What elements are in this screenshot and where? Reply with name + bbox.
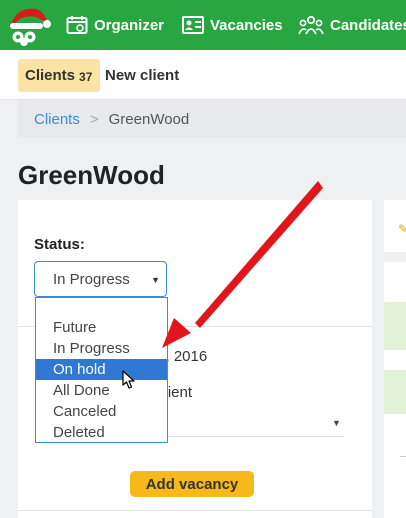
right-card: ✎ bbox=[384, 200, 406, 252]
status-option-canceled[interactable]: Canceled bbox=[36, 401, 167, 422]
nav-organizer[interactable]: Organizer bbox=[66, 0, 164, 50]
people-icon bbox=[298, 15, 324, 35]
status-option-future[interactable]: Future bbox=[36, 317, 167, 338]
calendar-icon bbox=[66, 16, 88, 34]
breadcrumb-separator: > bbox=[89, 110, 99, 128]
right-card-row-highlight bbox=[384, 302, 406, 350]
status-select-value: In Progress bbox=[53, 270, 130, 288]
sub-nav: Clients 37 New client bbox=[0, 50, 406, 100]
nav-vacancies-label: Vacancies bbox=[210, 16, 283, 34]
breadcrumb-current: GreenWood bbox=[108, 110, 190, 128]
tab-new-client[interactable]: New client bbox=[105, 59, 179, 92]
caret-down-icon[interactable]: ▼ bbox=[332, 418, 341, 428]
top-nav: Organizer Vacancies Candidates bbox=[0, 0, 406, 50]
nav-candidates[interactable]: Candidates bbox=[298, 0, 406, 50]
pencil-icon[interactable]: ✎ bbox=[398, 222, 406, 236]
tab-clients-label: Clients bbox=[25, 67, 76, 84]
status-option-all-done[interactable]: All Done bbox=[36, 380, 167, 401]
right-card-row bbox=[384, 262, 406, 302]
right-card-row bbox=[384, 414, 406, 518]
status-dropdown-list[interactable]: Future In Progress On hold All Done Canc… bbox=[35, 297, 168, 443]
right-card-row-highlight bbox=[384, 370, 406, 414]
tab-new-client-label: New client bbox=[105, 67, 180, 84]
clients-count-badge: 37 bbox=[79, 69, 93, 84]
client-select-underline[interactable] bbox=[148, 436, 344, 437]
tab-clients[interactable]: Clients 37 bbox=[18, 59, 101, 92]
mouse-cursor-icon bbox=[122, 370, 135, 389]
caret-down-icon: ▼ bbox=[151, 275, 160, 285]
id-card-icon bbox=[182, 16, 204, 34]
nav-organizer-label: Organizer bbox=[94, 16, 165, 34]
divider bbox=[400, 456, 406, 457]
breadcrumb-link-clients[interactable]: Clients bbox=[34, 111, 80, 128]
breadcrumb: Clients > GreenWood bbox=[18, 100, 406, 138]
status-label: Status: bbox=[34, 236, 85, 253]
nav-candidates-label: Candidates bbox=[330, 16, 406, 34]
santa-hat-logo-icon[interactable] bbox=[4, 2, 52, 48]
right-card-row bbox=[384, 350, 406, 370]
status-option-in-progress[interactable]: In Progress bbox=[36, 338, 167, 359]
status-option-on-hold[interactable]: On hold bbox=[36, 359, 167, 380]
page-title: GreenWood bbox=[18, 160, 165, 190]
add-vacancy-button[interactable]: Add vacancy bbox=[130, 471, 254, 497]
nav-vacancies[interactable]: Vacancies bbox=[182, 0, 283, 50]
status-option-deleted[interactable]: Deleted bbox=[36, 422, 167, 443]
status-select[interactable]: In Progress ▼ bbox=[34, 261, 167, 297]
divider bbox=[18, 510, 372, 511]
